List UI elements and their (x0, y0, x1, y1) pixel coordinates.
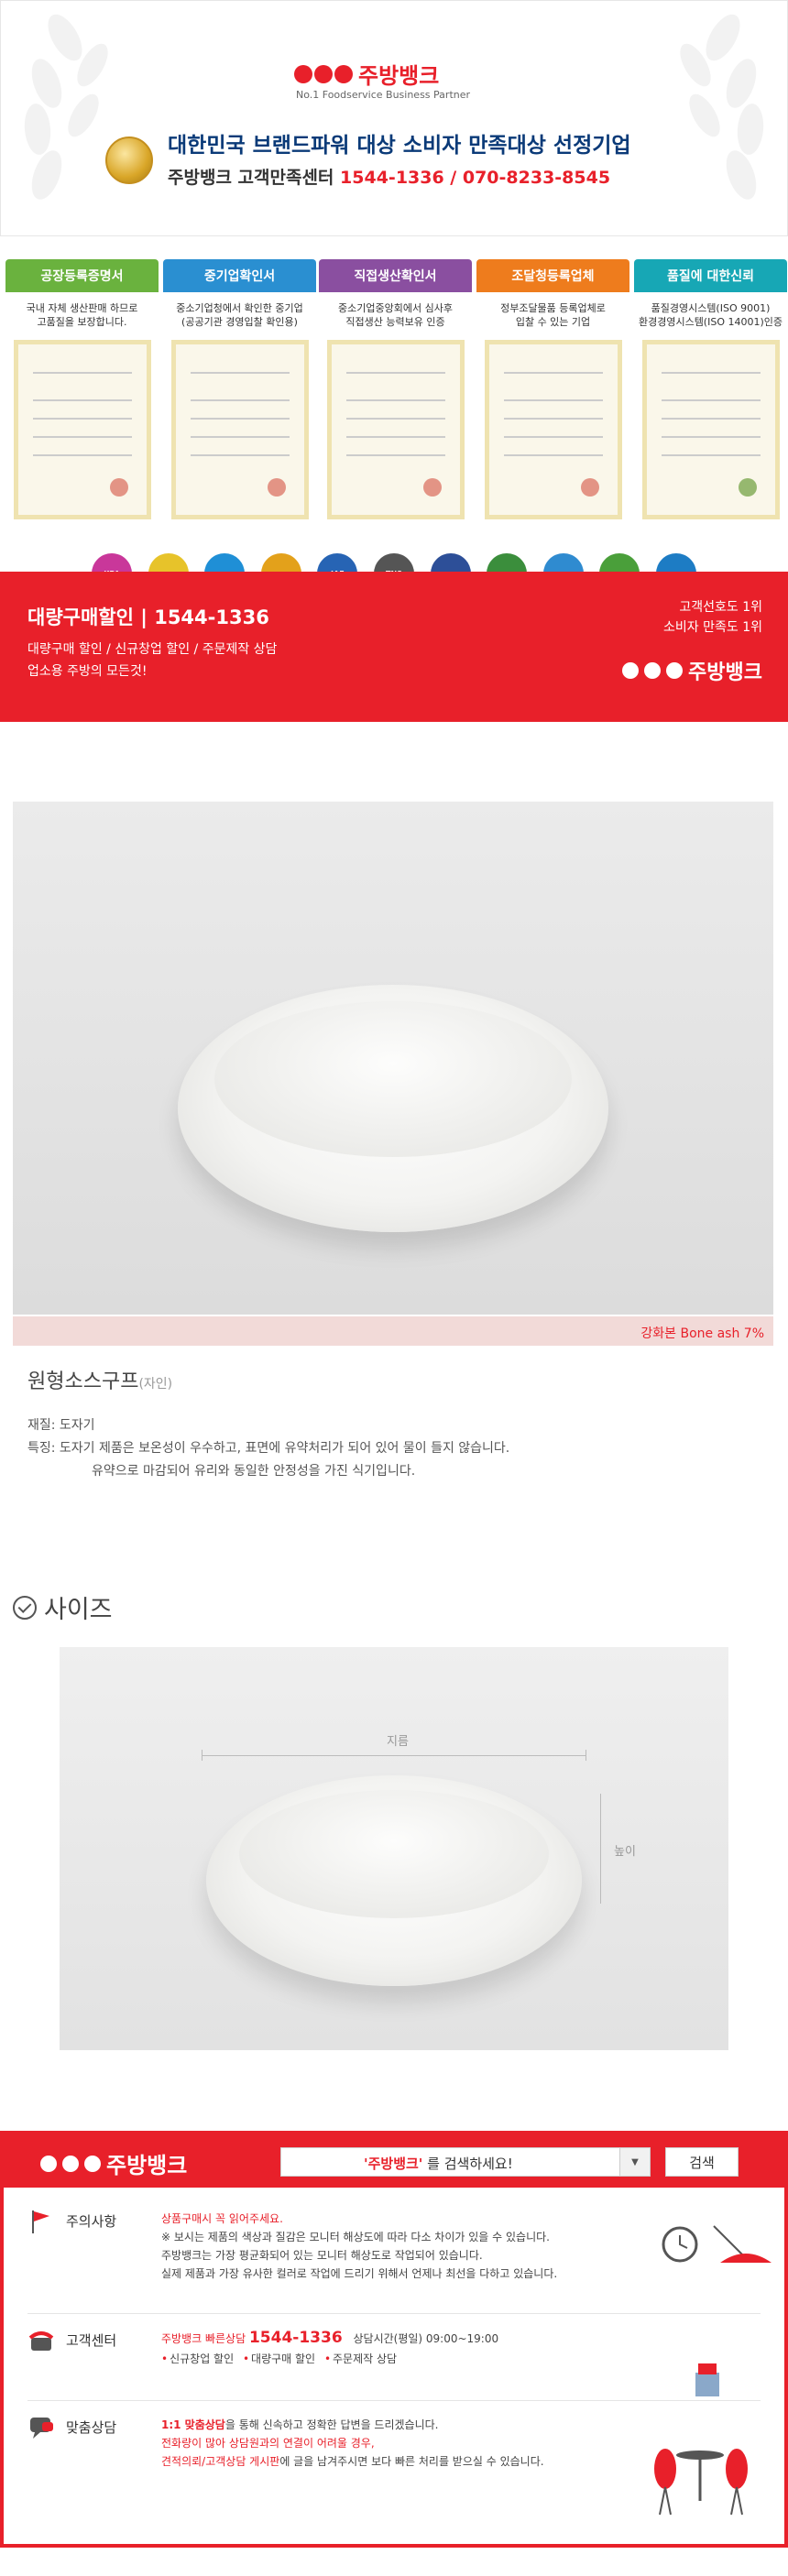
bulk-discount-banner[interactable]: 대량구매할인 | 1544-1336 대량구매 할인 / 신규창업 할인 / 주… (0, 572, 788, 722)
quote-board-link[interactable]: 견적의뢰/고객상담 게시판 (161, 2455, 279, 2468)
service-item: 주문제작 상담 (324, 2352, 397, 2365)
certificate-direct-production[interactable]: 직접생산확인서 중소기업중앙회에서 심사후 직접생산 능력보유 인증 (319, 259, 472, 534)
brand-logo-icon (294, 64, 353, 83)
search-query: '주방뱅크' (364, 2156, 423, 2172)
certificate-desc: 품질경영시스템(ISO 9001) 환경경영시스템(ISO 14001)인증 (638, 302, 783, 328)
service-item: 대량구매 할인 (243, 2352, 315, 2365)
warning-flag-icon (32, 2210, 49, 2233)
notice-line-3: 실제 제품과 가장 유사한 컬러로 작업에 드리기 위해서 언제나 최선을 다하… (161, 2267, 558, 2280)
bulk-discount-slogan: 업소용 주방의 모든것! (27, 664, 148, 679)
customer-center-contact: 주방뱅크 고객만족센터 1544-1336 / 070-8233-8545 (168, 164, 610, 189)
consult-red-notice: 전화량이 많아 상담원과의 연결이 어려울 경우, (161, 2437, 375, 2450)
width-dimension-label: 지름 (387, 1735, 409, 1749)
height-dimension-label: 높이 (614, 1845, 636, 1859)
size-diagram: 지름 높이 (60, 1647, 728, 2050)
certificate-row: 공장등록증명서 국내 자체 생산판매 하므로 고품질을 보장합니다. 중기업확인서… (0, 259, 788, 534)
certificate-title: 공장등록증명서 (5, 259, 159, 292)
certificate-desc: 중소기업청에서 확인한 중기업 (공공기관 경영입찰 확인용) (176, 302, 303, 328)
size-section-header: 사이즈 (13, 1589, 113, 1625)
size-section-title: 사이즈 (44, 1596, 113, 1624)
certificate-title: 중기업확인서 (163, 259, 316, 292)
service-item: 신규창업 할인 (161, 2352, 234, 2365)
consult-hours: 상담시간(평일) 09:00~19:00 (353, 2332, 499, 2345)
size-bowl-image (206, 1775, 582, 1995)
brand-name: 주방뱅크 (358, 63, 440, 89)
product-name: 원형소스구프 (27, 1370, 139, 1393)
bulk-discount-title: 대량구매할인 | 1544-1336 (27, 606, 269, 628)
certificate-title: 조달청등록업체 (476, 259, 629, 292)
certificate-factory[interactable]: 공장등록증명서 국내 자체 생산판매 하므로 고품질을 보장합니다. (5, 259, 159, 534)
search-input[interactable]: '주방뱅크' 를 검색하세요! (280, 2147, 634, 2177)
customer-preference-rank: 고객선호도 1위 (679, 600, 762, 615)
consult-head-text: 을 통해 신속하고 정확한 답변을 드리겠습니다. (224, 2418, 439, 2431)
brand-award-banner: 주방뱅크 No.1 Foodservice Business Partner 대… (0, 0, 788, 236)
search-button[interactable]: 검색 (665, 2147, 739, 2177)
product-feature-2: 유약으로 마감되어 유리와 동일한 안정성을 가진 식기입니다. (92, 1464, 416, 1479)
notice-head: 상품구매시 꼭 읽어주세요. (161, 2212, 283, 2225)
sauce-bowl-image (178, 985, 608, 1241)
product-feature-1: 특징: 도자기 제품은 보온성이 우수하고, 표면에 유약처리가 되어 있어 물… (27, 1441, 510, 1456)
brand-logo[interactable]: 주방뱅크 (294, 58, 439, 90)
certificate-document-image (13, 340, 151, 519)
customer-center-body: 주방뱅크 빠른상담 1544-1336 상담시간(평일) 09:00~19:00… (161, 2329, 656, 2368)
product-material: 재질: 도자기 (27, 1418, 95, 1433)
consumer-satisfaction-rank: 소비자 만족도 1위 (663, 620, 762, 635)
chat-bubble-icon (30, 2418, 53, 2439)
certificate-document-image (484, 340, 622, 519)
width-dimension-line (202, 1755, 586, 1756)
promo-brand-name: 주방뱅크 (688, 661, 762, 684)
certificate-desc: 중소기업중앙회에서 심사후 직접생산 능력보유 인증 (338, 302, 453, 328)
product-photo (13, 802, 773, 1315)
certificate-document-image (641, 340, 780, 519)
certificate-procurement[interactable]: 조달청등록업체 정부조달물품 등록업체로 입찰 수 있는 기업 (476, 259, 629, 534)
bulk-discount-services: 대량구매 할인 / 신규창업 할인 / 주문제작 상담 (27, 642, 278, 657)
gold-medal-icon (105, 136, 153, 184)
promo-brand-logo: 주방뱅크 (622, 656, 762, 685)
shop-info-box: 주방뱅크 '주방뱅크' 를 검색하세요! ▼ 검색 주의사항 상품구매시 꼭 읽… (0, 2131, 788, 2548)
product-title: 원형소스구프(자인) (27, 1365, 172, 1394)
search-dropdown-button[interactable]: ▼ (619, 2147, 651, 2177)
certificate-mid-enterprise[interactable]: 중기업확인서 중소기업청에서 확인한 중기업 (공공기관 경영입찰 확인용) (163, 259, 316, 534)
product-origin: (자인) (138, 1377, 173, 1392)
certificate-quality-iso[interactable]: 품질에 대한신뢰 품질경영시스템(ISO 9001) 환경경영시스템(ISO 14… (634, 259, 787, 534)
check-circle-icon (13, 1595, 37, 1620)
award-title: 대한민국 브랜드파워 대상 소비자 만족대상 선정기업 (168, 134, 631, 158)
product-detail-page: 주방뱅크 No.1 Foodservice Business Partner 대… (0, 0, 788, 2576)
custom-consult-label: 맞춤상담 (66, 2419, 117, 2436)
certificate-title: 직접생산확인서 (319, 259, 472, 292)
laurel-left-icon (24, 14, 108, 200)
brand-tagline: No.1 Foodservice Business Partner (296, 89, 471, 101)
info-brand-name: 주방뱅크 (106, 2153, 188, 2178)
custom-consult-body: 1:1 맞춤상담을 통해 신속하고 정확한 답변을 드리겠습니다. 전화량이 많… (161, 2416, 656, 2471)
quick-consult-phone[interactable]: 1544-1336 (249, 2329, 343, 2347)
contact-label: 주방뱅크 고객만족센터 (168, 168, 334, 188)
laurel-right-icon (680, 14, 764, 200)
info-search-bar: 주방뱅크 '주방뱅크' 를 검색하세요! ▼ 검색 (4, 2134, 784, 2188)
info-brand-logo[interactable]: 주방뱅크 (40, 2147, 187, 2179)
contact-numbers[interactable]: 1544-1336 / 070-8233-8545 (340, 168, 610, 188)
consult-board-text: 에 글을 남겨주시면 보다 빠른 처리를 받으실 수 있습니다. (279, 2455, 544, 2468)
height-dimension-line (600, 1794, 601, 1904)
search-suffix: 를 검색하세요! (422, 2156, 513, 2172)
notice-line-2: 주방뱅크는 가장 평균화되어 있는 모니터 해상도로 작업되어 있습니다. (161, 2249, 483, 2262)
certificate-document-image (326, 340, 465, 519)
quick-consult-label: 주방뱅크 빠른상담 (161, 2332, 246, 2345)
notice-body: 상품구매시 꼭 읽어주세요. ※ 보시는 제품의 색상과 질감은 모니터 해상도… (161, 2210, 656, 2283)
certificate-desc: 정부조달물품 등록업체로 입찰 수 있는 기업 (500, 302, 606, 328)
cafe-illustration-icon (654, 2225, 772, 2516)
notice-label: 주의사항 (66, 2213, 117, 2230)
certificate-title: 품질에 대한신뢰 (634, 259, 787, 292)
certificate-document-image (170, 340, 309, 519)
material-tag: 강화본 Bone ash 7% (13, 1316, 773, 1346)
customer-center-label: 고객센터 (66, 2332, 117, 2349)
one-to-one-consult-link[interactable]: 1:1 맞춤상담 (161, 2418, 225, 2431)
notice-line-1: ※ 보시는 제품의 색상과 질감은 모니터 해상도에 따라 다소 차이가 있을 … (161, 2231, 550, 2243)
telephone-icon (28, 2331, 54, 2351)
certificate-desc: 국내 자체 생산판매 하므로 고품질을 보장합니다. (26, 302, 138, 328)
